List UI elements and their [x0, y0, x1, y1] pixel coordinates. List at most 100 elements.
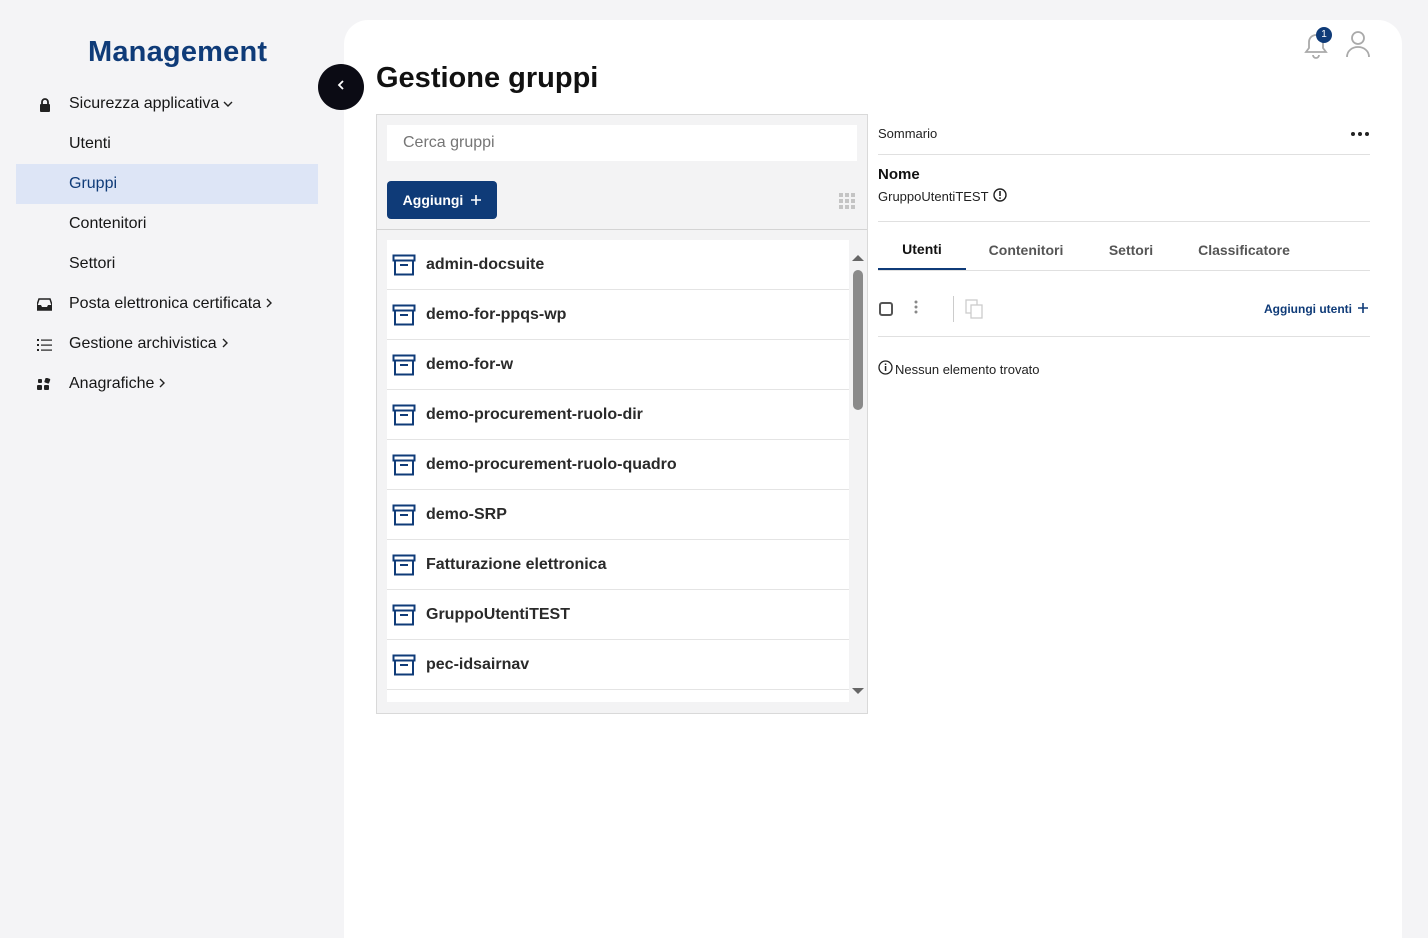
divider: [878, 336, 1370, 337]
archive-icon: [392, 454, 416, 475]
archive-icon: [392, 404, 416, 425]
user-profile-button[interactable]: [1344, 28, 1372, 63]
plus-icon: [1358, 302, 1368, 316]
list-item[interactable]: demo-procurement-ruolo-quadro: [387, 440, 849, 490]
search-input[interactable]: [387, 125, 857, 161]
notification-badge: 1: [1316, 26, 1332, 43]
list-item[interactable]: pec-idsairnav: [387, 640, 849, 690]
divider: [878, 221, 1370, 222]
list-item[interactable]: demo-procurement-ruolo-dir: [387, 390, 849, 440]
lock-icon: [37, 97, 52, 112]
sidebar-item-label: Anagrafiche: [69, 375, 155, 392]
sidebar-item-contenitori[interactable]: Contenitori: [16, 204, 318, 244]
plus-icon: [471, 192, 482, 208]
sidebar-item-gestione-archivistica[interactable]: Gestione archivistica: [16, 324, 318, 364]
sidebar-item-label: Gestione archivistica: [69, 335, 217, 352]
divider: [878, 154, 1370, 155]
users-toolbar: Aggiungi utenti: [878, 292, 1370, 330]
page-title: Gestione gruppi: [376, 62, 599, 94]
chevron-right-icon: [221, 337, 229, 351]
user-icon: [1344, 31, 1372, 62]
tab-contenitori[interactable]: Contenitori: [966, 230, 1086, 270]
info-icon: [878, 360, 893, 378]
sidebar-item-anagrafiche[interactable]: Anagrafiche: [16, 364, 318, 404]
copy-icon[interactable]: [964, 299, 984, 324]
chevron-down-icon: [223, 97, 233, 111]
select-all-checkbox[interactable]: [879, 302, 893, 316]
list-item[interactable]: demo-for-w: [387, 340, 849, 390]
tab-classificatore[interactable]: Classificatore: [1176, 230, 1312, 270]
scroll-down-icon[interactable]: [852, 682, 864, 700]
sidebar-item-label: Gruppi: [69, 175, 118, 192]
archive-icon: [392, 304, 416, 325]
group-name: pec-idsairnav: [426, 655, 530, 673]
scrollbar-thumb[interactable]: [853, 270, 863, 410]
app-brand: Management: [88, 36, 268, 68]
archive-icon: [392, 654, 416, 675]
list-item[interactable]: demo-SRP: [387, 490, 849, 540]
sidebar: Management Sicurezza applicativa Utenti …: [0, 0, 340, 938]
sidebar-item-label: Sicurezza applicativa: [69, 95, 220, 112]
chevron-right-icon: [265, 297, 273, 311]
empty-state: Nessun elemento trovato: [878, 360, 1040, 378]
sidebar-item-settori[interactable]: Settori: [16, 244, 318, 284]
bell-icon: [1302, 33, 1330, 65]
group-name: demo-SRP: [426, 505, 507, 523]
archive-icon: [392, 504, 416, 525]
sidebar-item-label: Posta elettronica certificata: [69, 295, 262, 312]
inbox-icon: [37, 297, 52, 312]
list-icon: [37, 337, 52, 352]
list-item[interactable]: Fatturazione elettronica: [387, 540, 849, 590]
add-button-label: Aggiungi: [402, 192, 464, 208]
header-actions: 1: [1302, 26, 1372, 63]
group-name: Fatturazione elettronica: [426, 555, 607, 573]
name-label: Nome: [878, 166, 920, 183]
divider: [953, 296, 954, 322]
group-list: admin-docsuite demo-for-ppqs-wp demo-for-w…: [387, 240, 849, 702]
chevron-left-icon: [336, 78, 346, 96]
add-group-button[interactable]: Aggiungi: [387, 181, 497, 219]
group-name: demo-procurement-ruolo-dir: [426, 405, 643, 423]
apps-icon: [37, 377, 52, 392]
tab-settori[interactable]: Settori: [1086, 230, 1176, 270]
group-name: demo-for-ppqs-wp: [426, 305, 567, 323]
add-users-button[interactable]: Aggiungi utenti: [1264, 302, 1368, 316]
sidebar-item-posta-elettronica-certificata[interactable]: Posta elettronica certificata: [16, 284, 318, 324]
scroll-up-icon[interactable]: [852, 249, 864, 267]
group-list-panel: Aggiungi admin-docsuite demo-for-ppqs-wp d…: [376, 114, 868, 714]
sidebar-item-sicurezza-applicativa[interactable]: Sicurezza applicativa: [16, 84, 318, 124]
list-item[interactable]: demo-for-ppqs-wp: [387, 290, 849, 340]
group-name: admin-docsuite: [426, 255, 545, 273]
collapse-sidebar-button[interactable]: [318, 64, 364, 110]
sidebar-item-label: Utenti: [69, 135, 111, 152]
name-value: GruppoUtentiTEST: [878, 189, 989, 204]
archive-icon: [392, 254, 416, 275]
sidebar-item-label: Settori: [69, 255, 116, 272]
sidebar-item-gruppi[interactable]: Gruppi: [16, 164, 318, 204]
detail-tabs: Utenti Contenitori Settori Classificator…: [878, 230, 1370, 270]
add-users-label: Aggiungi utenti: [1264, 302, 1352, 316]
tab-utenti[interactable]: Utenti: [878, 230, 966, 270]
list-item[interactable]: admin-docsuite: [387, 240, 849, 290]
group-name: demo-procurement-ruolo-quadro: [426, 455, 677, 473]
more-options-icon[interactable]: [1350, 124, 1370, 142]
sidebar-item-label: Contenitori: [69, 215, 147, 232]
empty-message: Nessun elemento trovato: [895, 361, 1040, 377]
list-item[interactable]: GruppoUtentiTEST: [387, 590, 849, 640]
divider: [377, 229, 867, 230]
archive-icon: [392, 354, 416, 375]
summary-label: Sommario: [878, 126, 938, 141]
info-alert-icon[interactable]: [992, 188, 1007, 205]
group-name: GruppoUtentiTEST: [426, 605, 570, 623]
name-value-row: GruppoUtentiTEST: [878, 188, 1007, 205]
main-panel: 1 Gestione gruppi Aggiungi admin-docsuit…: [344, 20, 1402, 938]
scrollbar[interactable]: [851, 240, 865, 702]
kebab-menu-icon[interactable]: [914, 300, 918, 319]
group-name: demo-for-w: [426, 355, 514, 373]
archive-icon: [392, 554, 416, 575]
chevron-right-icon: [158, 377, 166, 391]
grid-view-icon[interactable]: [839, 193, 855, 209]
sidebar-item-utenti[interactable]: Utenti: [16, 124, 318, 164]
archive-icon: [392, 604, 416, 625]
notifications-button[interactable]: 1: [1302, 26, 1332, 61]
